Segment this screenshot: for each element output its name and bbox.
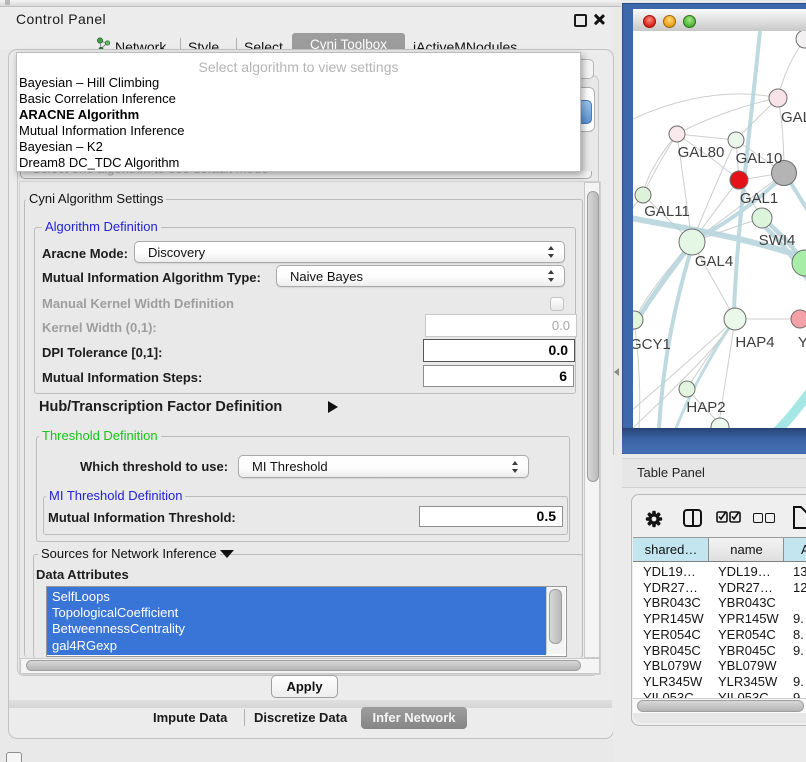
svg-text:GCY1: GCY1 <box>633 336 671 353</box>
svg-text:GAL10: GAL10 <box>736 150 783 167</box>
svg-text:Y: Y <box>798 334 806 351</box>
svg-text:GAL11: GAL11 <box>644 203 690 220</box>
svg-text:GAL4: GAL4 <box>695 253 733 270</box>
svg-text:GAL1: GAL1 <box>740 190 778 207</box>
svg-text:HAP4: HAP4 <box>735 334 774 351</box>
svg-text:GAL80: GAL80 <box>678 144 725 161</box>
svg-text:SWI4: SWI4 <box>759 232 796 249</box>
svg-text:GAL: GAL <box>781 109 806 126</box>
svg-text:HAP2: HAP2 <box>686 399 725 416</box>
